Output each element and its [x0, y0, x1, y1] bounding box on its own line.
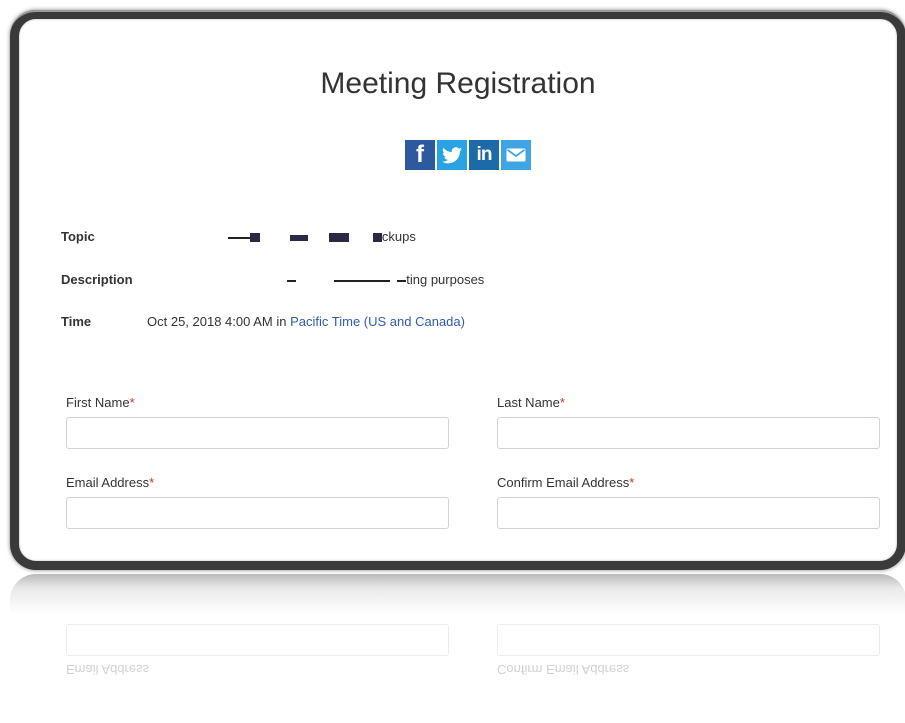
page-title: Meeting Registration: [320, 67, 596, 100]
share-bar: f in: [405, 140, 531, 170]
description-label: Description: [61, 272, 133, 287]
redacted-text: [329, 233, 350, 243]
redacted-text: [228, 236, 250, 239]
timezone-link[interactable]: Pacific Time (US and Canada): [290, 314, 465, 329]
twitter-bird-icon: [442, 146, 462, 163]
time-text: Oct 25, 2018 4:00 AM in: [147, 314, 287, 329]
envelope-icon: [506, 148, 526, 162]
registration-window: Meeting Registration f in Topic ckups De…: [10, 10, 905, 570]
reflected-confirm-email-label: Confirm Email Address: [497, 662, 630, 677]
redacted-text: [250, 233, 260, 243]
reflected-email-label: Email Address: [66, 662, 150, 677]
required-asterisk: *: [149, 475, 155, 490]
twitter-icon[interactable]: [437, 140, 467, 170]
confirm-email-input[interactable]: [497, 497, 880, 529]
confirm-email-label: Confirm Email Address*: [497, 475, 634, 490]
redacted-text: [372, 233, 382, 243]
email-icon[interactable]: [501, 140, 531, 170]
redacted-text: [289, 234, 308, 241]
redacted-text: [397, 279, 407, 282]
topic-label: Topic: [61, 229, 95, 244]
required-asterisk: *: [559, 395, 565, 410]
email-label: Email Address*: [66, 475, 154, 490]
window-reflection: Email Address Confirm Email Address: [10, 574, 905, 723]
required-asterisk: *: [129, 395, 135, 410]
time-label: Time: [61, 314, 92, 329]
required-asterisk: *: [629, 475, 635, 490]
facebook-icon[interactable]: f: [405, 140, 435, 170]
redacted-text: [287, 279, 296, 282]
last-name-input[interactable]: [497, 417, 880, 449]
reflected-confirm-email-input: [497, 624, 880, 656]
topic-value: ckups: [228, 229, 416, 244]
last-name-label-text: Last Name: [497, 395, 560, 410]
last-name-label: Last Name*: [497, 395, 565, 410]
description-visible-text: ting purposes: [406, 272, 485, 287]
email-label-text: Email Address: [66, 475, 150, 490]
confirm-email-label-text: Confirm Email Address: [497, 475, 630, 490]
first-name-input[interactable]: [66, 417, 449, 449]
reflected-email-input: [66, 624, 449, 656]
topic-visible-text: ckups: [381, 229, 416, 244]
linkedin-icon[interactable]: in: [469, 140, 499, 170]
time-value: Oct 25, 2018 4:00 AM in Pacific Time (US…: [147, 314, 465, 329]
email-input[interactable]: [66, 497, 449, 529]
first-name-label-text: First Name: [66, 395, 130, 410]
first-name-label: First Name*: [66, 395, 135, 410]
redacted-text: [333, 279, 390, 282]
description-value: ting purposes: [287, 272, 484, 287]
